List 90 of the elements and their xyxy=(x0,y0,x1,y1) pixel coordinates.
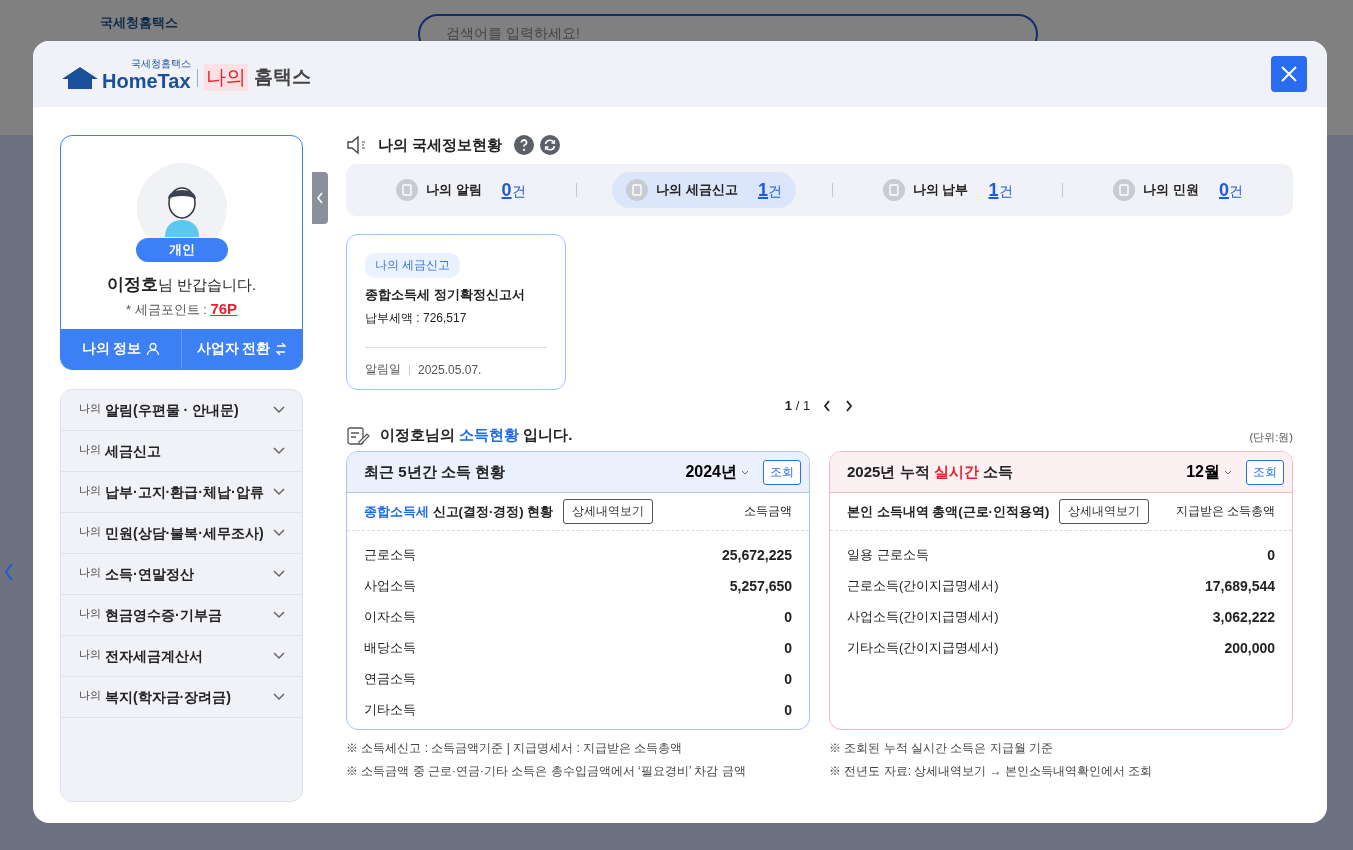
menu-item[interactable]: $^{나의}$ 현금영수증·기부금 xyxy=(61,595,302,636)
logo-wordmark: HomeTax xyxy=(102,71,191,91)
query-button[interactable]: 조회 xyxy=(1246,459,1284,485)
income-label: 사업소득 xyxy=(364,576,416,595)
greeting-text: 이정호님 반갑습니다. xyxy=(106,274,257,296)
footnote: ※ 전년도 자료: 상세내역보기 → 본인소득내역확인에서 조회 xyxy=(829,763,1154,780)
status-tab[interactable]: 나의 민원 0건 xyxy=(1099,172,1257,208)
menu-item[interactable]: $^{나의}$ 납부·고지·환급·체납·압류 xyxy=(61,472,302,513)
speaker-icon xyxy=(346,135,368,155)
footnote: ※ 조회된 누적 실시간 소득은 지급월 기준 xyxy=(829,740,1054,757)
chevron-down-icon[interactable] xyxy=(273,488,285,496)
menu-item[interactable]: $^{나의}$ 소득·연말정산 xyxy=(61,554,302,595)
subheading: 종합소득세 신고(결정·경정) 현황 xyxy=(364,502,554,521)
points-link[interactable]: 76P xyxy=(210,300,238,317)
person-icon[interactable] xyxy=(146,342,161,356)
chevron-down-icon[interactable] xyxy=(273,693,285,701)
site-logo-text[interactable]: 국세청홈택스 xyxy=(100,14,178,32)
menu-item[interactable]: $^{나의}$ 알림(우편물 · 안내문) xyxy=(61,390,302,431)
user-type-badge: 개인 xyxy=(135,238,228,262)
income-amount: 5,257,650 xyxy=(729,577,792,594)
details-button[interactable]: 상세내역보기 xyxy=(563,499,654,524)
column-header: 소득금액 xyxy=(744,503,792,520)
modal-title: 홈택스 xyxy=(253,65,311,89)
income-amount: 0 xyxy=(1267,546,1275,563)
income-heading: 이정호님의 소득현황 입니다. xyxy=(380,425,573,445)
card-title: 종합소득세 정기확정신고서 xyxy=(365,286,525,304)
income-label: 배당소득 xyxy=(364,638,416,657)
notice-card[interactable]: 나의 세금신고 종합소득세 정기확정신고서 납부세액 : 726,517 알림일 2025.05.07. xyxy=(346,234,566,390)
caret-icon[interactable] xyxy=(741,469,749,475)
panel-title: 최근 5년간 소득 현황 xyxy=(364,462,505,482)
chevron-down-icon[interactable] xyxy=(273,570,285,578)
chevron-down-icon[interactable] xyxy=(273,406,285,414)
status-tab[interactable]: 나의 납부 1건 xyxy=(868,172,1027,208)
panel-title: 2025년 누적 실시간 소득 xyxy=(847,462,1013,482)
clipboard-pencil-icon xyxy=(346,425,370,445)
date-label: 알림일 xyxy=(365,361,401,378)
chevron-right-icon[interactable] xyxy=(844,399,855,412)
switch-button[interactable]: 사업자 전환 xyxy=(181,329,302,369)
income-amount: 3,062,222 xyxy=(1212,608,1275,625)
footnote: ※ 소득금액 중 근로·연금·기타 소득은 총수입금액에서 ‘필요경비’ 차감 금액 xyxy=(346,763,747,780)
close-icon[interactable] xyxy=(1280,65,1298,83)
caret-icon[interactable] xyxy=(1224,469,1232,475)
income-amount: 0 xyxy=(784,701,792,718)
query-button[interactable]: 조회 xyxy=(763,459,801,485)
chevron-down-icon[interactable] xyxy=(273,611,285,619)
menu-item[interactable]: $^{나의}$ 전자세금계산서 xyxy=(61,636,302,677)
period-dropdown[interactable]: 2024년 xyxy=(679,460,755,484)
income-label: 근로소득(간이지급명세서) xyxy=(847,576,999,595)
title-accent: 나의 xyxy=(203,63,248,91)
category-tag: 나의 세금신고 xyxy=(365,253,461,278)
chevron-down-icon[interactable] xyxy=(273,652,285,660)
income-amount: 200,000 xyxy=(1224,639,1275,656)
income-label: 기타소득(간이지급명세서) xyxy=(847,638,999,657)
chevron-left-icon[interactable] xyxy=(822,399,833,412)
footnote: ※ 소득세신고 : 소득금액기준 | 지급명세서 : 지급받은 소득총액 xyxy=(346,740,684,757)
income-label: 기타소득 xyxy=(364,700,416,719)
column-header: 지급받은 소득총액 xyxy=(1175,503,1275,520)
details-button[interactable]: 상세내역보기 xyxy=(1059,499,1150,524)
help-icon[interactable] xyxy=(514,135,535,155)
card-detail: 납부세액 : 726,517 xyxy=(365,310,467,327)
chevron-down-icon[interactable] xyxy=(273,529,285,537)
income-label: 사업소득(간이지급명세서) xyxy=(847,607,999,626)
status-tab[interactable]: 나의 알림 0건 xyxy=(381,172,540,208)
income-amount: 17,689,544 xyxy=(1204,577,1275,594)
income-amount: 0 xyxy=(784,639,792,656)
close-button[interactable] xyxy=(1271,56,1307,92)
points-label: * 세금포인트 : xyxy=(125,302,207,317)
card-date: 2025.05.07. xyxy=(418,362,482,377)
status-tab[interactable]: 나의 세금신고 1건 xyxy=(612,172,797,208)
section-title: 나의 국세정보현황 xyxy=(378,135,503,155)
income-amount: 0 xyxy=(784,608,792,625)
swap-arrows-icon[interactable] xyxy=(275,342,288,356)
collapse-handle[interactable] xyxy=(312,172,328,224)
refresh-icon[interactable] xyxy=(540,135,561,155)
unit-note: (단위:원) xyxy=(1249,430,1293,445)
menu-item[interactable]: $^{나의}$ 민원(상담·불복·세무조사) xyxy=(61,513,302,554)
menu-item[interactable]: $^{나의}$ 복지(학자금·장려금) xyxy=(61,677,302,718)
income-label: 일용 근로소득 xyxy=(847,545,929,564)
income-label: 이자소득 xyxy=(364,607,416,626)
income-amount: 25,672,225 xyxy=(721,546,792,563)
income-label: 근로소득 xyxy=(364,545,416,564)
subheading: 본인 소득내역 총액(근로·인적용역) xyxy=(847,502,1050,521)
income-amount: 0 xyxy=(784,670,792,687)
house-logo-icon xyxy=(60,65,100,91)
income-label: 연금소득 xyxy=(364,669,416,688)
period-dropdown[interactable]: 12월 xyxy=(1180,460,1238,484)
menu-item[interactable]: $^{나의}$ 세금신고 xyxy=(61,431,302,472)
page-indicator: 1 / 1 xyxy=(784,398,811,413)
chevron-down-icon[interactable] xyxy=(273,447,285,455)
logo-caption: 국세청홈택스 xyxy=(130,57,191,71)
